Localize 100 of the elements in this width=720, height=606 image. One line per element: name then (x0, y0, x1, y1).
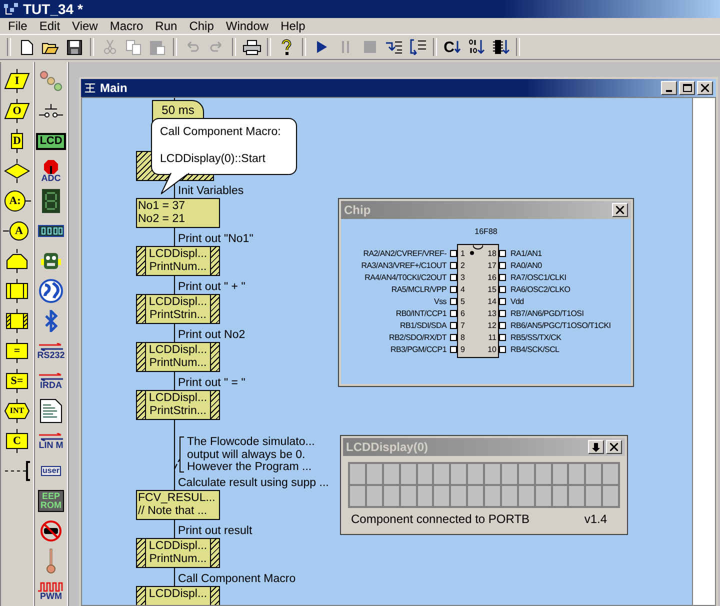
menu-item[interactable]: Window (220, 19, 275, 33)
web-tool[interactable] (36, 276, 66, 306)
down-arrow-icon (454, 41, 462, 53)
redo-icon (209, 41, 224, 53)
binary-down-arrow-icon (468, 39, 486, 55)
connection-status: Component connected to PORTB (351, 512, 530, 526)
pin-number: 3 (460, 272, 465, 282)
parallelogram-icon (3, 69, 31, 93)
two-arrows-icon (37, 372, 65, 380)
bluetooth-icon (44, 310, 58, 332)
menu-item[interactable]: View (66, 19, 104, 33)
component-macro-block[interactable]: LCDDispl... PrintNum... (136, 342, 220, 372)
input-tool[interactable]: I (2, 66, 32, 96)
goto-tool[interactable]: A (2, 216, 32, 246)
pin-label: RA2/AN2/CVREF/VREF- (363, 248, 446, 258)
hexagon-icon (3, 399, 31, 423)
pin-label: RA4/AN4/T0CKI/C2OUT (364, 272, 446, 282)
flowchart-icon (84, 82, 96, 94)
pin-label: RA5/MCLR/VPP (391, 284, 446, 294)
connection-tool[interactable]: A: (2, 186, 32, 216)
component-macro-block[interactable]: LCDDispl... PrintStrin... (136, 294, 220, 324)
serial-tool[interactable]: RS232 (36, 336, 66, 366)
decision-tool[interactable] (2, 156, 32, 186)
pin-label: RB1/SDI/SDA (400, 320, 446, 330)
serial-tool[interactable]: LIN M (36, 426, 66, 456)
circle-icon (3, 219, 31, 243)
pin-label: RA6/OSC2/CLKO (510, 284, 570, 294)
calculation-block[interactable]: FCV_RESUL... // Note that ... (136, 490, 220, 520)
maximize-button[interactable] (679, 81, 695, 95)
play-icon (316, 41, 327, 53)
step-caption: Print out " = " (178, 376, 246, 390)
pin-one-dot (470, 251, 474, 255)
pin-number: 11 (488, 332, 496, 342)
compile-c-button[interactable]: C (441, 36, 464, 58)
close-button[interactable] (697, 81, 713, 95)
diamond-icon (3, 159, 31, 183)
new-page-icon (20, 40, 32, 54)
pin-label: RB5/SS/TX/CK (510, 332, 562, 342)
hatched-block-icon (3, 309, 31, 333)
robot-icon (41, 251, 61, 271)
menu-item[interactable]: File (2, 19, 34, 33)
digit-display-icon (38, 225, 64, 237)
component-macro-block[interactable]: LCDDispl... PrintNum... (136, 246, 220, 276)
pause-icon (341, 41, 350, 53)
main-window-title: Main (100, 81, 128, 95)
pin-label: RB4/SCK/SCL (510, 344, 560, 354)
pin-number: 1 (460, 248, 465, 258)
pin-number: 8 (460, 332, 465, 342)
step-caption: Print out " + " (178, 280, 246, 294)
step-caption: Calculate result using supp ... (178, 476, 329, 490)
pin-button[interactable] (588, 440, 604, 454)
component-macro-block[interactable]: LCDDispl... PrintNum... (136, 538, 220, 568)
pin-label: RA7/OSC1/CLKI (510, 272, 566, 282)
pin-number: 17 (488, 260, 496, 270)
close-icon (701, 84, 709, 92)
component-macro-block[interactable]: LCDDispl... PrintStrin... (136, 390, 220, 420)
pwm-tool[interactable]: PWM (36, 576, 66, 606)
chip-name: 16F88 (474, 227, 498, 236)
pin-label: RA1/AN1 (510, 248, 542, 258)
tooltip-text: LCDDisplay(0)::Start (160, 152, 266, 168)
user-tool[interactable]: user (36, 456, 66, 486)
close-button[interactable] (612, 203, 628, 217)
calculation-block[interactable]: No1 = 37 No2 = 21 (136, 198, 220, 228)
rectangle-icon (3, 429, 31, 453)
globe-icon (39, 279, 63, 303)
step-over-icon (408, 39, 426, 55)
menu-item[interactable]: Run (149, 19, 184, 33)
delay-tool[interactable]: D (2, 126, 32, 156)
stop-sign-icon (44, 160, 58, 174)
close-icon (610, 443, 618, 451)
macro-block-icon (3, 279, 31, 303)
pin-number: 9 (460, 344, 465, 354)
pin-number: 18 (488, 248, 496, 258)
chip-window-title: Chip (344, 203, 371, 217)
rectangle-icon (3, 339, 31, 363)
undo-icon (185, 41, 200, 53)
pin-number: 4 (460, 284, 465, 294)
prohibited-car-icon (40, 520, 62, 542)
menu-item[interactable]: Chip (183, 19, 220, 33)
string-tool[interactable]: S= (2, 366, 32, 396)
adc-tool[interactable]: ADC (36, 156, 66, 186)
printer-icon (242, 40, 260, 54)
scissors-icon (104, 39, 116, 55)
pin-number: 15 (488, 284, 496, 294)
minimize-button[interactable] (661, 81, 677, 95)
close-button[interactable] (606, 440, 622, 454)
menu-item[interactable]: Macro (104, 19, 150, 33)
menu-item[interactable]: Edit (33, 19, 66, 33)
menu-item[interactable]: Help (274, 19, 312, 33)
pin-number: 2 (460, 260, 465, 270)
serial-tool[interactable]: IRDA (36, 366, 66, 396)
calculation-tool[interactable]: = (2, 336, 32, 366)
pin-label: RB3/PGM/CCP1 (390, 344, 446, 354)
interrupt-tool[interactable]: INT (2, 396, 32, 426)
output-tool[interactable]: O (2, 96, 32, 126)
window-title: TUT_34 * (23, 1, 83, 17)
pulse-wave-icon (38, 582, 64, 592)
component-macro-block[interactable]: LCDDispl... (136, 586, 220, 605)
step-caption: Print out "No1" (178, 232, 254, 246)
c-code-tool[interactable]: C (2, 426, 32, 456)
